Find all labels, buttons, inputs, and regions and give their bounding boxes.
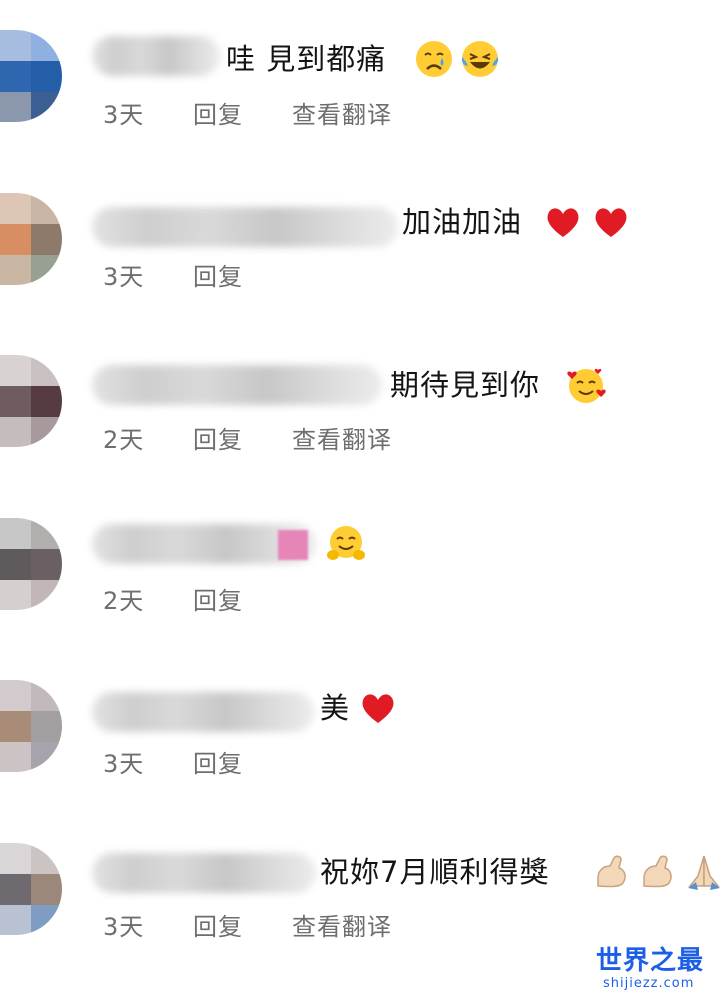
reply-button[interactable]: 回复 bbox=[193, 425, 243, 455]
comment-text: 哇 見到都痛 bbox=[226, 42, 387, 76]
flexed-biceps-icon bbox=[597, 855, 626, 888]
comment-item: 2天 回复 bbox=[0, 518, 725, 678]
reply-button[interactable]: 回复 bbox=[193, 912, 243, 942]
comment-time: 3天 bbox=[103, 913, 145, 941]
comment-text: 祝妳7月順利得獎 bbox=[320, 855, 550, 889]
comment-item: 期待見到你 2天 回复 查看翻译 bbox=[0, 355, 725, 515]
red-heart-icon bbox=[595, 208, 627, 237]
crying-face-icon bbox=[416, 41, 452, 77]
username-blurred[interactable] bbox=[92, 853, 316, 893]
watermark-logo: 世界之最 bbox=[596, 946, 705, 976]
avatar[interactable] bbox=[0, 193, 62, 285]
reply-button[interactable]: 回复 bbox=[193, 586, 243, 616]
avatar[interactable] bbox=[0, 843, 62, 935]
username-blurred[interactable] bbox=[92, 692, 314, 732]
comment-text: 加油加油 bbox=[402, 205, 523, 239]
comment-item: 美 3天 回复 bbox=[0, 680, 725, 840]
avatar[interactable] bbox=[0, 30, 62, 122]
comment-item: 哇 見到都痛 3天 回复 查看翻译 bbox=[0, 30, 725, 190]
reply-button[interactable]: 回复 bbox=[193, 749, 243, 779]
comment-time: 2天 bbox=[103, 426, 145, 454]
comment-text: 美 bbox=[320, 691, 351, 725]
flexed-biceps-icon bbox=[643, 855, 672, 888]
comment-time: 2天 bbox=[103, 587, 145, 615]
reply-button[interactable]: 回复 bbox=[193, 262, 243, 292]
comment-text: 期待見到你 bbox=[390, 368, 541, 402]
watermark-url: shijiezz.com bbox=[603, 976, 695, 991]
comment-time: 3天 bbox=[103, 101, 145, 129]
hugging-face-icon bbox=[327, 526, 365, 560]
comment-time: 3天 bbox=[103, 750, 145, 778]
avatar[interactable] bbox=[0, 518, 62, 610]
avatar[interactable] bbox=[0, 355, 62, 447]
tears-of-joy-icon bbox=[461, 41, 499, 77]
username-blurred[interactable] bbox=[92, 207, 398, 247]
avatar[interactable] bbox=[0, 680, 62, 772]
username-blurred[interactable] bbox=[92, 365, 382, 405]
blurred-emoji bbox=[278, 530, 308, 560]
comment-item: 加油加油 3天 回复 bbox=[0, 193, 725, 353]
folded-hands-icon bbox=[688, 855, 720, 890]
smiling-face-with-hearts-icon bbox=[567, 368, 606, 403]
view-translation-button[interactable]: 查看翻译 bbox=[292, 100, 392, 130]
reply-button[interactable]: 回复 bbox=[193, 100, 243, 130]
view-translation-button[interactable]: 查看翻译 bbox=[292, 912, 392, 942]
red-heart-icon bbox=[362, 694, 394, 723]
red-heart-icon bbox=[547, 208, 579, 237]
view-translation-button[interactable]: 查看翻译 bbox=[292, 425, 392, 455]
comment-time: 3天 bbox=[103, 263, 145, 291]
username-blurred[interactable] bbox=[92, 36, 220, 76]
